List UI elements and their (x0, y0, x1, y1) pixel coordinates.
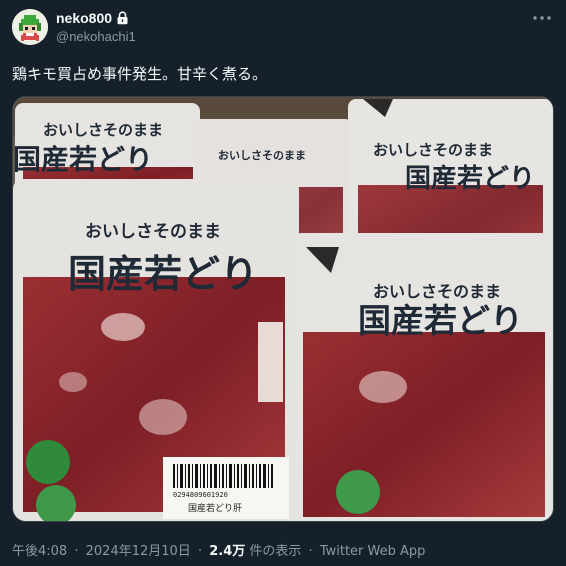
lock-icon (116, 11, 129, 25)
tweet-card: neko800 @nekohachi1 鶏キモ買占め事件発生。甘辛く煮る。 おい… (0, 0, 566, 566)
pkg-label-main-4: 国産若どり (68, 252, 258, 296)
pixel-character-avatar-icon (12, 9, 48, 45)
avatar[interactable] (12, 9, 48, 45)
pkg-label-main-5: 国産若どり (358, 301, 523, 340)
package-front-right (291, 233, 553, 521)
pkg-label-top-3: おいしさそのまま (373, 141, 493, 159)
author-name-row[interactable]: neko800 (56, 9, 129, 27)
pkg-label-top-4: おいしさそのまま (85, 222, 221, 242)
views-label: 件の表示 (249, 544, 302, 559)
more-dots-icon (533, 16, 551, 20)
tweet-text: 鶏キモ買占め事件発生。甘辛く煮る。 (12, 65, 268, 83)
tweet-meta: 午後4:08 · 2024年12月10日 · 2.4万 件の表示 · Twitt… (12, 540, 425, 559)
pkg-label-top-2: おいしさそのまま (218, 149, 306, 162)
views-count: 2.4万 (209, 544, 246, 559)
more-options-button[interactable] (530, 8, 554, 28)
chicken-liver-packages-photo: おいしさそのまま 国産若どり おいしさそのまま おいしさそのまま 国産若どり お… (13, 97, 553, 521)
meta-separator: · (197, 544, 203, 559)
pkg-label-top-1: おいしさそのまま (43, 121, 163, 139)
tweet-date[interactable]: 2024年12月10日 (86, 544, 191, 559)
meta-separator: · (308, 544, 313, 559)
author-display-name[interactable]: neko800 (56, 10, 112, 26)
pkg-label-main-3: 国産若どり (405, 163, 535, 194)
tweet-time[interactable]: 午後4:08 (12, 544, 67, 559)
tweet-photo[interactable]: おいしさそのまま 国産若どり おいしさそのまま おいしさそのまま 国産若どり お… (12, 96, 554, 522)
tweet-client: Twitter Web App (319, 544, 426, 559)
price-sticker-text: 国産若どり肝 (188, 502, 242, 514)
barcode-number: 0294809601920 (173, 491, 228, 499)
pkg-label-top-5: おいしさそのまま (373, 282, 501, 301)
author-handle[interactable]: @nekohachi1 (56, 29, 136, 44)
pkg-label-main-1: 国産若どり (13, 143, 153, 176)
meta-separator: · (74, 544, 79, 559)
